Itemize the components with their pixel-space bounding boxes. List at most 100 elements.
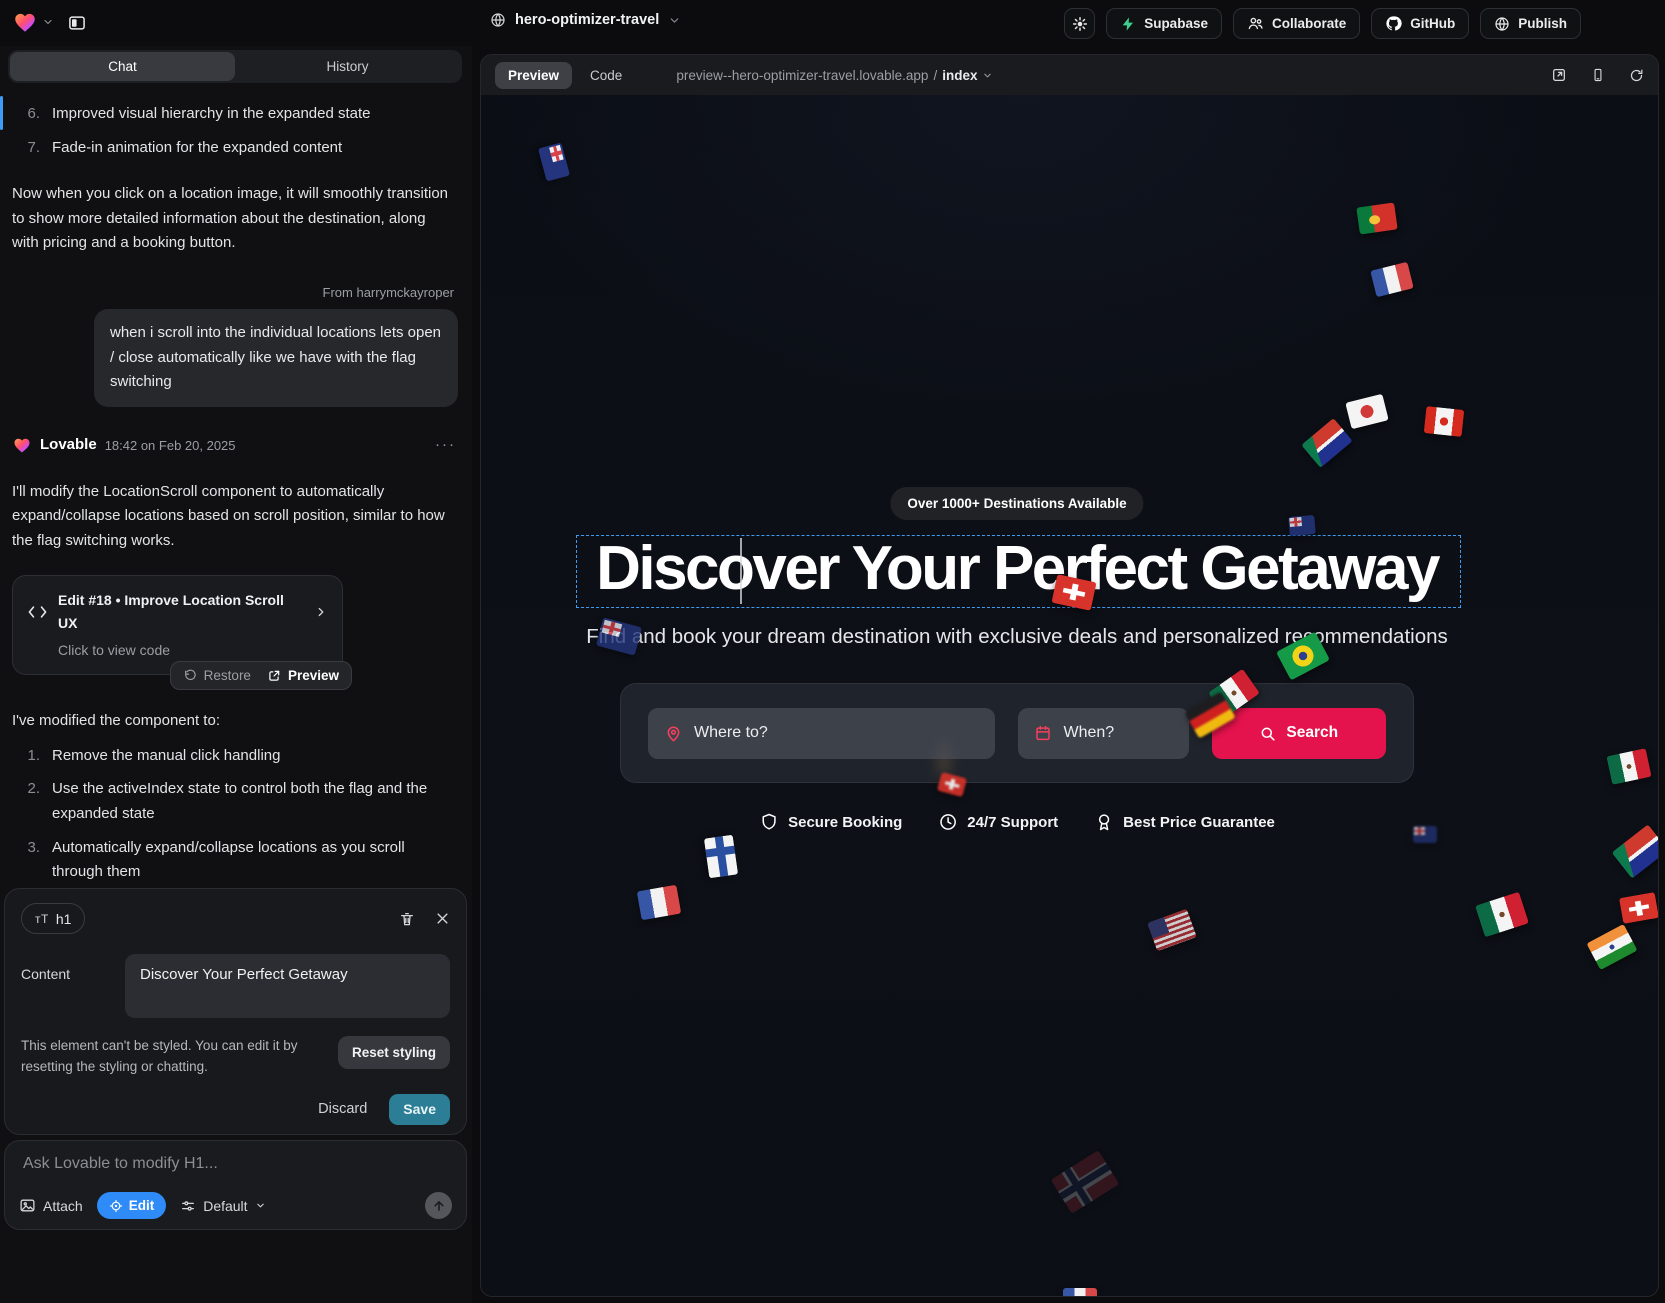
flag-new-zealand-icon [1413,826,1437,843]
supabase-button[interactable]: Supabase [1106,8,1222,39]
shield-icon [759,812,779,832]
award-icon [1094,812,1114,832]
url-host: preview--hero-optimizer-travel.lovable.a… [676,68,928,83]
attach-button[interactable]: Attach [19,1197,83,1214]
mode-selector[interactable]: Default [180,1198,265,1214]
type-icon: тT [35,912,49,926]
element-tag-pill[interactable]: тT h1 [21,903,85,934]
feature-label: Best Price Guarantee [1123,814,1275,831]
edit-card-subtitle: Click to view code [58,639,328,662]
flag-south-africa-icon [1301,418,1352,468]
settings-button[interactable] [1064,8,1095,39]
logo-chevron-down-icon[interactable] [42,16,54,28]
content-label: Content [21,954,125,1018]
feature-support: 24/7 Support [938,812,1058,832]
url-bar[interactable]: preview--hero-optimizer-travel.lovable.a… [676,68,993,83]
preview-label: Preview [288,665,339,687]
when-input[interactable]: When? [1018,708,1188,759]
collaborate-button[interactable]: Collaborate [1233,8,1360,39]
feature-label: Secure Booking [788,814,902,831]
edit-label: Edit [129,1198,155,1213]
globe-icon [490,12,506,28]
users-icon [1247,15,1264,32]
user-message-bubble: when i scroll into the individual locati… [94,309,458,407]
chat-sidebar: Chat History 6.Improved visual hierarchy… [0,46,472,1303]
refresh-button[interactable] [1629,68,1644,83]
chevron-right-icon [314,605,328,619]
url-path: index [942,68,977,83]
message-timestamp: 18:42 on Feb 20, 2025 [105,435,236,456]
target-icon [109,1199,123,1213]
publish-label: Publish [1518,16,1567,31]
chat-input-box[interactable]: Ask Lovable to modify H1... Attach Edit … [4,1140,467,1230]
tab-chat[interactable]: Chat [10,52,235,81]
search-icon [1259,725,1276,742]
send-button[interactable] [425,1192,452,1219]
save-button[interactable]: Save [389,1094,450,1125]
assistant-header: Lovable 18:42 on Feb 20, 2025 ··· [12,433,456,458]
calendar-icon [1034,724,1052,742]
open-external-button[interactable] [1551,67,1567,83]
mobile-view-button[interactable] [1591,67,1605,83]
trash-icon[interactable] [399,911,415,927]
styling-note: This element can't be styled. You can ed… [21,1036,333,1078]
edit-card-title: Edit #18 • Improve Location Scroll UX [58,589,304,635]
chat-input-placeholder[interactable]: Ask Lovable to modify H1... [23,1155,450,1173]
flag-norway-icon [1051,1150,1120,1214]
where-input[interactable]: Where to? [648,708,995,759]
flag-south-africa-icon [1612,824,1658,878]
supabase-label: Supabase [1144,16,1208,31]
flag-usa-icon [1147,909,1197,952]
preview-button[interactable]: Preview [267,665,339,687]
discard-button[interactable]: Discard [318,1101,367,1117]
hero-heading[interactable]: Discover Your Perfect Getaway [596,533,1438,604]
content-textarea[interactable]: Discover Your Perfect Getaway [125,954,450,1018]
reset-styling-button[interactable]: Reset styling [338,1036,450,1069]
chevron-down-icon [982,70,993,81]
destinations-badge: Over 1000+ Destinations Available [890,487,1143,520]
tab-preview[interactable]: Preview [495,62,572,89]
message-menu-button[interactable]: ··· [435,433,456,458]
flag-australia-icon [538,142,570,181]
list-item: 2.Use the activeIndex state to control b… [22,777,458,826]
publish-button[interactable]: Publish [1480,8,1581,39]
sidebar-toggle-button[interactable] [62,8,92,38]
flag-portugal-icon [1356,202,1397,234]
flag-australia-icon [596,617,642,655]
gear-icon [1072,16,1088,32]
tab-code[interactable]: Code [586,62,626,89]
chat-scroll-area[interactable]: 6.Improved visual hierarchy in the expan… [0,88,472,884]
list-item: 3.Automatically expand/collapse location… [22,836,458,884]
search-button[interactable]: Search [1212,708,1387,759]
collaborate-label: Collaborate [1272,16,1346,31]
project-selector[interactable]: hero-optimizer-travel [490,12,681,28]
site-canvas[interactable]: Over 1000+ Destinations Available Discov… [481,95,1658,1296]
publish-globe-icon [1494,16,1510,32]
attach-label: Attach [43,1198,83,1214]
mode-label: Default [203,1198,247,1214]
location-pin-icon [664,724,683,743]
flag-new-zealand-icon [1288,515,1316,536]
close-icon[interactable] [435,911,450,926]
text-caret [740,538,742,604]
topbar: hero-optimizer-travel Supabase Collabora… [0,0,1665,46]
lovable-heart-icon[interactable] [12,9,38,35]
feature-secure-booking: Secure Booking [759,812,902,832]
assistant-name: Lovable [40,433,97,458]
search-card: Where to? When? Search [620,683,1414,783]
search-label: Search [1286,724,1338,742]
assistant-paragraph: I'll modify the LocationScroll component… [12,480,456,554]
restore-button[interactable]: Restore [183,665,251,687]
list-item: 6.Improved visual hierarchy in the expan… [22,102,458,127]
edit-mode-pill[interactable]: Edit [97,1192,167,1219]
tab-history[interactable]: History [235,52,460,81]
edit-card[interactable]: Edit #18 • Improve Location Scroll UX Cl… [12,575,343,675]
chevron-down-icon [255,1200,266,1211]
restore-label: Restore [204,665,251,687]
feature-label: 24/7 Support [967,814,1058,831]
github-button[interactable]: GitHub [1371,8,1469,39]
where-placeholder: Where to? [694,724,768,742]
lovable-avatar-heart-icon [12,435,32,455]
steps-list: 1.Remove the manual click handling2.Use … [10,744,458,884]
flag-france-icon [1063,1288,1097,1296]
